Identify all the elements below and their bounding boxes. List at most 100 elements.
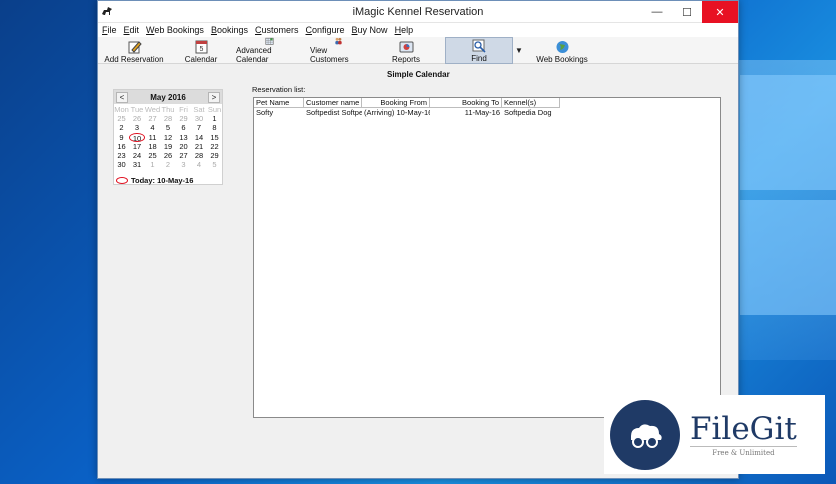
dog-icon	[102, 7, 112, 15]
calendar-day[interactable]: 5	[207, 160, 223, 169]
calendar-day[interactable]: 18	[145, 142, 161, 151]
calendar-day[interactable]: 29	[207, 151, 223, 160]
calendar-day[interactable]: 5	[160, 123, 176, 132]
menu-bar: File Edit Web Bookings Bookings Customers Con…	[98, 23, 738, 37]
reports-icon	[399, 41, 413, 53]
next-month-button[interactable]: >	[208, 91, 220, 103]
menu-item[interactable]: Web Bookings	[146, 25, 204, 35]
calendar-day[interactable]: 16	[114, 142, 130, 151]
calendar-day[interactable]: 2	[160, 160, 176, 169]
minimize-button[interactable]: —	[642, 1, 672, 23]
view-customers-label: View Customers	[310, 46, 349, 64]
menu-item[interactable]: Configure	[306, 25, 345, 35]
prev-month-button[interactable]: <	[116, 91, 128, 103]
calendar-day[interactable]: 1	[145, 160, 161, 169]
menu-item[interactable]: File	[102, 25, 117, 35]
column-header[interactable]: Customer name	[304, 98, 362, 108]
calendar-day[interactable]: 31	[129, 160, 145, 169]
calendar-day[interactable]: 3	[176, 160, 192, 169]
advanced-calendar-label: Advanced Calendar	[236, 46, 272, 64]
calendar-day[interactable]: 29	[176, 114, 192, 123]
web-bookings-button[interactable]: Web Bookings	[536, 37, 588, 64]
close-button[interactable]: ✕	[702, 1, 738, 23]
calendar-day[interactable]: 23	[114, 151, 130, 160]
calendar-day[interactable]: 28	[191, 151, 207, 160]
column-header[interactable]: Booking From	[362, 98, 430, 108]
calendar-day[interactable]: 20	[176, 142, 192, 151]
calendar-day[interactable]: 25	[145, 151, 161, 160]
calendar-day[interactable]: 30	[191, 114, 207, 123]
windows-logo	[740, 75, 836, 315]
calendar-day[interactable]: 13	[176, 133, 192, 142]
calendar-day[interactable]: 24	[129, 151, 145, 160]
menu-item-label: ile	[107, 25, 117, 35]
reservation-list: Pet Name Customer name Booking From Booking…	[253, 97, 721, 418]
view-customers-button[interactable]: View Customers	[310, 37, 366, 64]
calendar-day[interactable]: 15	[207, 133, 223, 142]
calendar-day[interactable]: 21	[191, 142, 207, 151]
window-title: iMagic Kennel Reservation	[352, 5, 484, 18]
window-controls: — ☐ ✕	[642, 1, 738, 23]
calendar-day[interactable]: 10	[129, 132, 145, 143]
add-reservation-button[interactable]: Add Reservation	[104, 37, 164, 64]
calendar-day[interactable]: 27	[145, 114, 161, 123]
advanced-calendar-button[interactable]: Advanced Calendar	[236, 37, 302, 64]
filegit-tagline: Free & Unlimited	[690, 446, 797, 457]
find-dropdown-icon[interactable]: ▼	[515, 46, 523, 55]
menu-item-label: eb Bookings	[154, 25, 204, 35]
calendar-day[interactable]: 11	[145, 133, 161, 142]
weekday-header: Fri	[179, 105, 188, 114]
weekday-header: Mon	[114, 105, 129, 114]
toolbar: Add Reservation 5 Calendar Advanced Cale…	[98, 37, 738, 64]
table-cell: Softy	[256, 108, 274, 117]
calendar-day[interactable]: 22	[207, 142, 223, 151]
calendar-day[interactable]: 17	[129, 142, 145, 151]
calendar-day[interactable]: 28	[160, 114, 176, 123]
calendar-day[interactable]: 1	[207, 114, 223, 123]
calendar-today[interactable]: Today: 10-May-16	[116, 176, 193, 185]
calendar-day[interactable]: 7	[191, 123, 207, 132]
calendar-day[interactable]: 9	[114, 133, 130, 142]
calendar-day[interactable]: 12	[160, 133, 176, 142]
menu-item[interactable]: Bookings	[211, 25, 248, 35]
add-reservation-label: Add Reservation	[104, 55, 164, 64]
filegit-brand: FileGit	[690, 411, 797, 447]
calendar-day[interactable]: 2	[114, 123, 130, 132]
svg-text:5: 5	[199, 46, 203, 53]
column-header[interactable]: Pet Name	[254, 98, 304, 108]
calendar-day[interactable]: 6	[176, 123, 192, 132]
globe-icon	[556, 41, 568, 53]
menu-item[interactable]: Help	[395, 25, 414, 35]
calendar-day[interactable]: 25	[114, 114, 130, 123]
calendar-day[interactable]: 8	[207, 123, 223, 132]
calendar-day[interactable]: 27	[176, 151, 192, 160]
table-cell: 11-May-16	[464, 108, 500, 117]
calendar-day[interactable]: 3	[129, 123, 145, 132]
reservation-list-header: Pet Name Customer name Booking From Booking…	[254, 98, 720, 108]
calendar-month-label: May 2016	[150, 92, 186, 102]
calendar-button[interactable]: 5 Calendar	[184, 37, 218, 64]
calendar-day[interactable]: 26	[129, 114, 145, 123]
reservation-list-label: Reservation list:	[252, 85, 306, 94]
calendar-day[interactable]: 4	[191, 160, 207, 169]
column-header[interactable]: Kennel(s)	[502, 98, 560, 108]
calendar-day[interactable]: 30	[114, 160, 130, 169]
table-row[interactable]: Softy Softpedist Softpedi(Arriving) 10-Ma…	[254, 108, 720, 118]
column-header[interactable]: Booking To	[430, 98, 502, 108]
pencil-icon	[128, 41, 142, 54]
calendar-day[interactable]: 4	[145, 123, 161, 132]
calendar-day[interactable]: 26	[160, 151, 176, 160]
today-ring-icon	[116, 177, 128, 184]
menu-item[interactable]: Edit	[124, 25, 140, 35]
calendar-day[interactable]: 14	[191, 133, 207, 142]
maximize-button[interactable]: ☐	[672, 1, 702, 23]
menu-item[interactable]: Buy Now	[352, 25, 388, 35]
find-button[interactable]: Find	[445, 37, 513, 64]
menu-item-label: ustomers	[261, 25, 299, 35]
weekday-header: Tue	[130, 105, 144, 114]
calendar-day[interactable]: 19	[160, 142, 176, 151]
reports-button[interactable]: Reports	[390, 37, 422, 64]
menu-item[interactable]: Customers	[255, 25, 299, 35]
reservation-rows: Softy Softpedist Softpedi(Arriving) 10-Ma…	[254, 108, 720, 118]
filegit-watermark: FileGit Free & Unlimited	[604, 395, 825, 474]
